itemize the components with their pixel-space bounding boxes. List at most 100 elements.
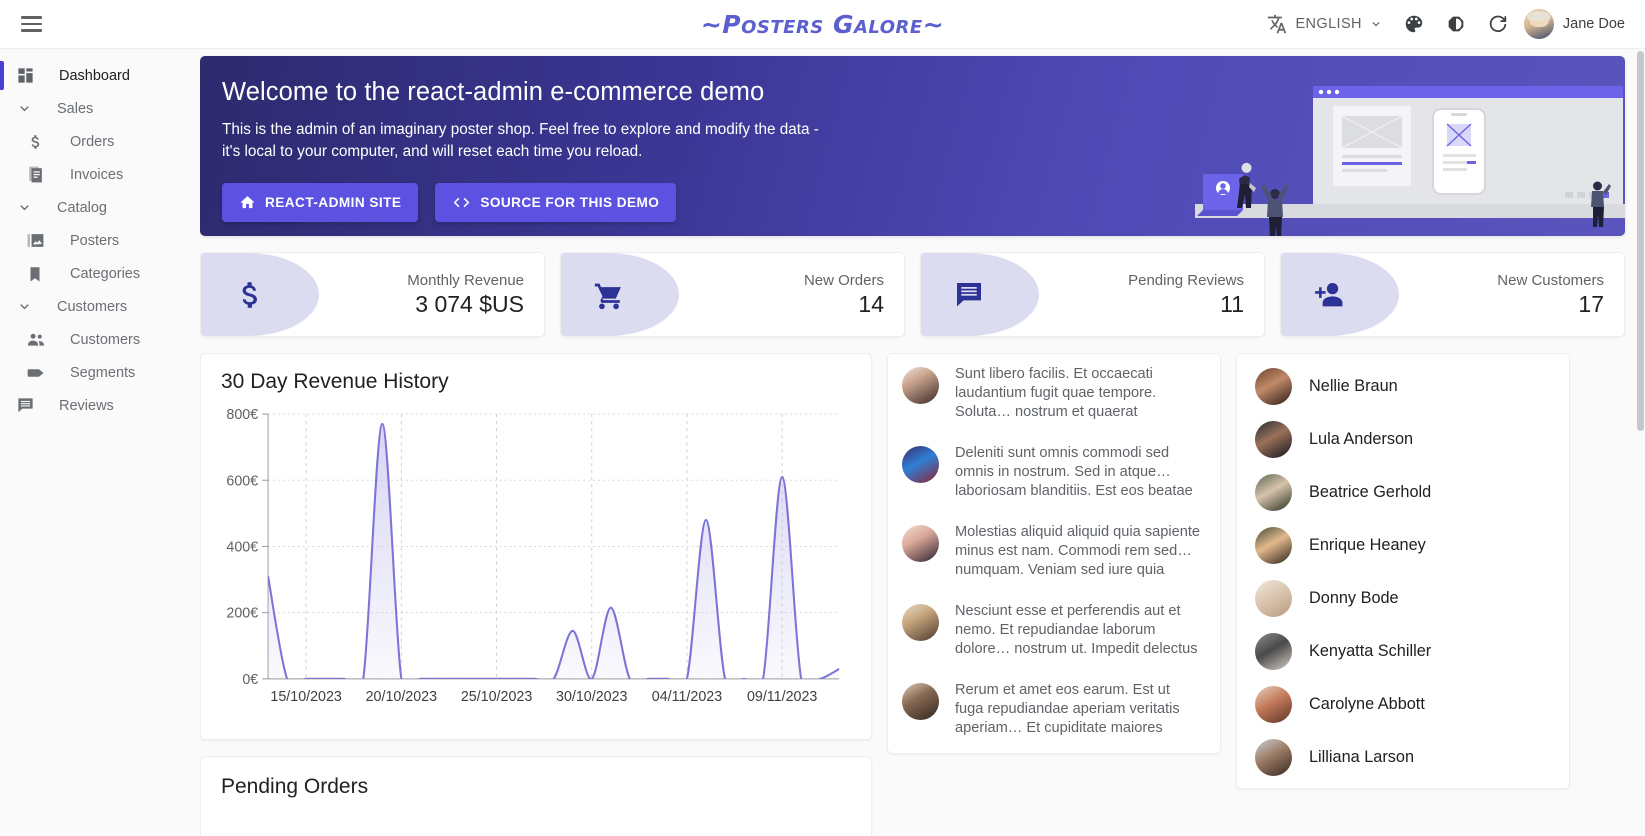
reviewer-avatar-1 xyxy=(902,367,939,404)
svg-text:04/11/2023: 04/11/2023 xyxy=(652,689,722,705)
kpi-value: 11 xyxy=(1220,290,1244,317)
sidebar-item-catalog-group[interactable]: Catalog xyxy=(0,191,200,224)
refresh-button[interactable] xyxy=(1478,4,1518,44)
kpi-text: New Orders 14 xyxy=(804,272,904,318)
people-icon xyxy=(26,330,54,350)
customers-list: Nellie Braun Lula Anderson Beatrice Gerhol… xyxy=(1237,354,1569,788)
sidebar-item-label: Dashboard xyxy=(59,67,130,84)
reviewer-avatar-5 xyxy=(902,682,939,720)
sidebar-item-customers-group[interactable]: Customers xyxy=(0,290,200,323)
sidebar-item-categories[interactable]: Categories xyxy=(0,257,200,290)
user-menu-button[interactable]: Jane Doe xyxy=(1520,5,1633,43)
person-add-icon xyxy=(1281,278,1377,312)
app-root: ~Posters Galore~ ENGLISH Jane Doe Dashbo… xyxy=(0,0,1645,836)
sidebar-item-label: Categories xyxy=(70,265,141,282)
svg-text:20/10/2023: 20/10/2023 xyxy=(366,689,437,705)
customer-name: Carolyne Abbott xyxy=(1309,695,1425,713)
welcome-body-line1: This is the admin of an imaginary poster… xyxy=(222,121,819,138)
review-list-item[interactable]: Sunt libero facilis. Et occaecati laudan… xyxy=(888,354,1220,433)
sidebar-item-label: Invoices xyxy=(70,166,124,183)
chevron-down-icon xyxy=(16,298,44,315)
sidebar-item-orders[interactable]: Orders xyxy=(0,125,200,158)
sidebar-item-label: Orders xyxy=(70,133,115,150)
svg-text:600€: 600€ xyxy=(226,473,258,489)
language-selector[interactable]: ENGLISH xyxy=(1258,7,1391,42)
revenue-chart-svg: 0€ 200€ 400€ 600€ 800€ 15/10/2023 20/10/2023 25… xyxy=(226,407,840,705)
body-wrapper: Dashboard Sales Orders Invoices Catalog Poste… xyxy=(0,49,1645,836)
home-icon xyxy=(240,196,255,209)
sidebar-item-invoices[interactable]: Invoices xyxy=(0,158,200,191)
customer-list-item[interactable]: Beatrice Gerhold xyxy=(1237,466,1569,519)
customer-list-item[interactable]: Kenyatta Schiller xyxy=(1237,625,1569,678)
sidebar-item-label: Segments xyxy=(70,364,136,381)
review-list-item[interactable]: Deleniti sunt omnis commodi sed omnis in… xyxy=(888,433,1220,512)
page-scrollbar[interactable] xyxy=(1636,49,1645,836)
review-list-item[interactable]: Molestias aliquid aliquid quia sapiente … xyxy=(888,512,1220,591)
revenue-chart[interactable]: 0€ 200€ 400€ 600€ 800€ 15/10/2023 20/10/2023 25… xyxy=(201,396,871,739)
customer-name: Enrique Heaney xyxy=(1309,536,1426,554)
theme-palette-button[interactable] xyxy=(1394,4,1434,44)
dollar-icon xyxy=(26,133,54,151)
chevron-down-icon xyxy=(1372,22,1380,27)
revenue-history-panel: 30 Day Revenue History 0€ 200€ 400€ 600€ 800… xyxy=(200,353,872,740)
pending-reviews-column: Sunt libero facilis. Et occaecati laudan… xyxy=(887,353,1221,754)
tag-icon xyxy=(26,363,54,383)
kpi-card-new-customers[interactable]: New Customers 17 xyxy=(1280,252,1625,337)
kpi-value: 3 074 $US xyxy=(415,290,524,317)
new-customers-column: Nellie Braun Lula Anderson Beatrice Gerhol… xyxy=(1236,353,1570,789)
brightness-icon xyxy=(1448,16,1464,32)
user-name-label: Jane Doe xyxy=(1562,16,1625,32)
sidebar-item-sales-group[interactable]: Sales xyxy=(0,92,200,125)
welcome-actions: REACT-ADMIN SITE SOURCE FOR THIS DEMO xyxy=(222,183,1601,223)
main-content: Welcome to the react-admin e-commerce de… xyxy=(200,49,1645,836)
customer-list-item[interactable]: Donny Bode xyxy=(1237,572,1569,625)
left-column: 30 Day Revenue History 0€ 200€ 400€ 600€ 800… xyxy=(200,353,872,836)
source-demo-label: SOURCE FOR THIS DEMO xyxy=(480,195,660,211)
dark-mode-toggle[interactable] xyxy=(1436,4,1476,44)
kpi-card-row: Monthly Revenue 3 074 $US New Orders 14 Pend… xyxy=(200,252,1625,337)
kpi-value: 14 xyxy=(858,290,884,317)
svg-text:09/11/2023: 09/11/2023 xyxy=(747,689,817,705)
review-list-item[interactable]: Rerum et amet eos earum. Est ut fuga rep… xyxy=(888,670,1220,749)
customer-name: Donny Bode xyxy=(1309,589,1399,607)
reviewer-avatar-2 xyxy=(902,446,939,483)
hamburger-menu-icon xyxy=(20,16,42,32)
sidebar-item-customers[interactable]: Customers xyxy=(0,323,200,356)
kpi-text: Pending Reviews 11 xyxy=(1128,272,1264,318)
customer-list-item[interactable]: Enrique Heaney xyxy=(1237,519,1569,572)
reviewer-avatar-3 xyxy=(902,524,939,562)
sidebar-item-posters[interactable]: Posters xyxy=(0,224,200,257)
review-text: Deleniti sunt omnis commodi sed omnis in… xyxy=(955,445,1193,499)
sidebar-item-label: Catalog xyxy=(57,199,107,216)
comment-icon xyxy=(16,396,44,415)
kpi-card-monthly-revenue[interactable]: Monthly Revenue 3 074 $US xyxy=(200,252,545,337)
sidebar-item-reviews[interactable]: Reviews xyxy=(0,389,200,422)
review-list-item[interactable]: Nesciunt esse et perferendis aut et nemo… xyxy=(888,591,1220,670)
source-demo-button[interactable]: SOURCE FOR THIS DEMO xyxy=(435,183,677,223)
customer-list-item[interactable]: Carolyne Abbott xyxy=(1237,678,1569,731)
customer-avatar-7 xyxy=(1255,686,1292,723)
sidebar-item-label: Reviews xyxy=(59,397,114,414)
reviews-list: Sunt libero facilis. Et occaecati laudan… xyxy=(888,354,1220,753)
dashboard-lower-grid: 30 Day Revenue History 0€ 200€ 400€ 600€ 800… xyxy=(200,353,1625,836)
hamburger-menu-button[interactable] xyxy=(8,1,54,47)
customer-name: Beatrice Gerhold xyxy=(1309,483,1432,501)
kpi-text: New Customers 17 xyxy=(1497,272,1624,318)
customer-list-item[interactable]: Lilliana Larson xyxy=(1237,731,1569,784)
customer-avatar-2 xyxy=(1255,421,1292,458)
sidebar: Dashboard Sales Orders Invoices Catalog Poste… xyxy=(0,49,200,836)
page-scrollbar-thumb[interactable] xyxy=(1637,51,1644,431)
sidebar-item-dashboard[interactable]: Dashboard xyxy=(0,59,200,92)
pending-orders-panel: Pending Orders xyxy=(200,756,872,836)
customer-avatar-6 xyxy=(1255,633,1292,670)
palette-icon xyxy=(1405,15,1423,33)
kpi-card-new-orders[interactable]: New Orders 14 xyxy=(560,252,905,337)
customer-list-item[interactable]: Lula Anderson xyxy=(1237,413,1569,466)
kpi-card-pending-reviews[interactable]: Pending Reviews 11 xyxy=(920,252,1265,337)
sidebar-item-label: Customers xyxy=(57,298,128,315)
react-admin-site-button[interactable]: REACT-ADMIN SITE xyxy=(222,183,419,223)
customer-list-item[interactable]: Nellie Braun xyxy=(1237,360,1569,413)
svg-text:25/10/2023: 25/10/2023 xyxy=(461,689,532,705)
sidebar-item-segments[interactable]: Segments xyxy=(0,356,200,389)
kpi-label: New Customers xyxy=(1497,271,1604,289)
